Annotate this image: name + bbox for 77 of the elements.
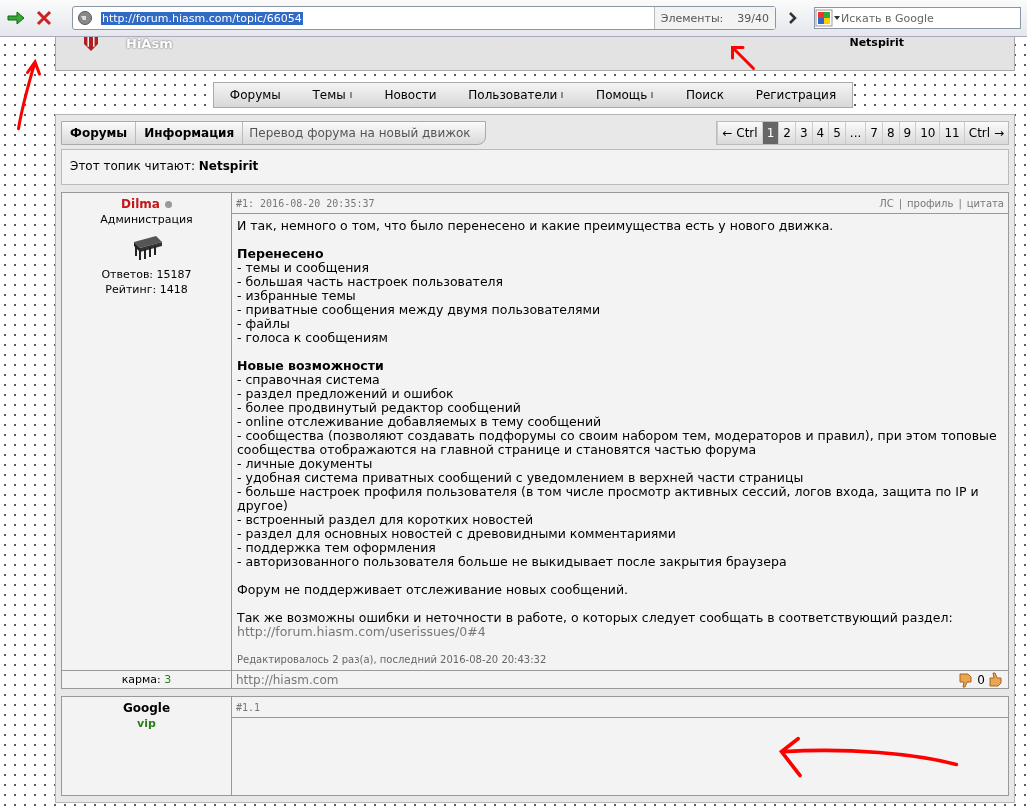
edit-note: Редактировалось 2 раз(а), последний 2016-08-20 20:43:32 (237, 653, 548, 667)
menu-item[interactable]: Помощь (596, 88, 655, 102)
close-icon[interactable] (34, 10, 54, 26)
address-field[interactable]: http://forum.hiasm.com/topic/66054 Элементы: 39/40 (72, 6, 776, 30)
page-link[interactable]: 11 (939, 122, 964, 144)
page-link[interactable]: 1 (761, 122, 779, 144)
post-action-link[interactable]: профиль (907, 197, 954, 209)
signature-link[interactable]: http://hiasm.com (236, 672, 339, 687)
menu-item[interactable]: Поиск (685, 88, 724, 102)
separator: | (898, 197, 903, 209)
user-name[interactable]: Netspirit (849, 37, 904, 49)
readers-text: Этот топик читают: Netspirit (70, 159, 259, 173)
topic-title: Перевод форума на новый движок (248, 126, 472, 140)
breadcrumb-link[interactable]: Информация (136, 122, 244, 144)
menu-item[interactable]: Темы (312, 88, 353, 102)
globe-icon (77, 10, 93, 26)
post-number[interactable]: #1: 2016-08-20 20:35:37 (236, 197, 375, 209)
page-link[interactable]: 4 (811, 122, 829, 144)
url-text: http://forum.hiasm.com/topic/66054 (101, 11, 303, 25)
list-item: - поддержка тем оформления (237, 541, 437, 555)
page-link[interactable]: 10 (915, 122, 940, 144)
page-link[interactable]: 7 (865, 122, 882, 144)
page-link[interactable]: 5 (828, 122, 845, 144)
user-role: vip (137, 717, 156, 730)
next-page-link[interactable]: Ctrl → (963, 122, 1008, 144)
user-stat: Ответов: 15187 (101, 268, 192, 281)
thumbs-down-icon[interactable] (958, 671, 975, 688)
author-name[interactable]: Google (122, 701, 171, 715)
list-item: - личные документы (237, 457, 373, 471)
go-arrow-icon[interactable] (6, 10, 26, 26)
list-item: - раздел для основных новостей с древовидными комментариями (237, 527, 677, 541)
menu-item[interactable]: Форумы (229, 88, 281, 102)
list-item: - online отслеживание добавляемых в тему сообщений (237, 415, 603, 429)
thumbs-up-icon[interactable] (988, 671, 1004, 688)
post-text: Форум не поддерживает отслеживание новых сообщений. (237, 583, 630, 597)
elements-count: 39/40 (737, 11, 769, 25)
previous-page-link[interactable]: ← Ctrl (717, 122, 762, 144)
post-text: И так, немного о том, что было перенесено и какие преимущества есть у нового движка. (237, 219, 835, 233)
user-stat: Рейтинг: 1418 (105, 283, 188, 296)
menu-item[interactable]: Пользователи (468, 88, 565, 102)
page-link[interactable]: 2 (778, 122, 795, 144)
breadcrumb-link[interactable]: Форумы (62, 122, 137, 144)
list-item: - встроенный раздел для коротких новостей (237, 513, 535, 527)
page-link[interactable]: 8 (881, 122, 899, 144)
list-item: - больше настроек профиля пользователя (в том числе просмотр активных сессий, логов входа, защита по IP и другое) (237, 485, 980, 513)
section-heading: Перенесено (237, 247, 325, 261)
menu-item[interactable]: Новости (384, 88, 437, 102)
list-item: - избранные темы (237, 289, 356, 303)
karma-text: карма: 3 (121, 673, 172, 686)
author-name[interactable]: Dilma (121, 197, 160, 211)
user-role: Администрация (100, 213, 193, 226)
page-link[interactable]: 3 (794, 122, 812, 144)
post-action-link[interactable]: ЛС (879, 197, 894, 209)
site-logo[interactable]: HiAsm (126, 37, 173, 51)
list-item: - авторизованного пользователя больше не выкидывает после закрытия браузера (237, 555, 788, 569)
list-item: - более продвинутый редактор сообщений (237, 401, 522, 415)
page-link[interactable]: 9 (898, 122, 916, 144)
list-item: - голоса к сообщениям (237, 331, 389, 345)
list-item: - справочная система (237, 373, 381, 387)
list-item: - файлы (237, 317, 290, 331)
separator: | (958, 197, 962, 209)
section-heading: Новые возможности (237, 359, 385, 373)
list-item: - удобная система приватных сообщений с уведомлением в верхней части страницы (237, 471, 805, 485)
list-item: - раздел предложений и ошибок (237, 387, 455, 401)
list-item: - темы и сообщения (237, 261, 370, 275)
post-text: Так же возможны ошибки и неточности в работе, о которых следует сообщать в соответствующий раздел: http://forum.hiasm.com/userissues/0#4 (237, 611, 954, 639)
elements-label: Элементы: (660, 11, 724, 25)
list-item: - приватные сообщения между двумя пользователями (237, 303, 602, 317)
menu-item[interactable]: Регистрация (755, 88, 837, 102)
post-action-link[interactable]: цитата (966, 197, 1004, 209)
list-item: - сообщества (позволяют создавать подфорумы со своим набором тем, модераторов и правил), при этом топовые сообщества отображаются на главной странице и становятся частью форума (237, 429, 998, 457)
post-number[interactable]: #1.1 (236, 701, 261, 713)
issues-link[interactable]: http://forum.hiasm.com/userissues/0#4 (237, 624, 486, 639)
chevron-icon[interactable] (788, 12, 798, 24)
vote-count: 0 (977, 672, 985, 687)
page-link[interactable]: ... (844, 122, 866, 144)
list-item: - большая часть настроек пользователя (237, 275, 505, 289)
